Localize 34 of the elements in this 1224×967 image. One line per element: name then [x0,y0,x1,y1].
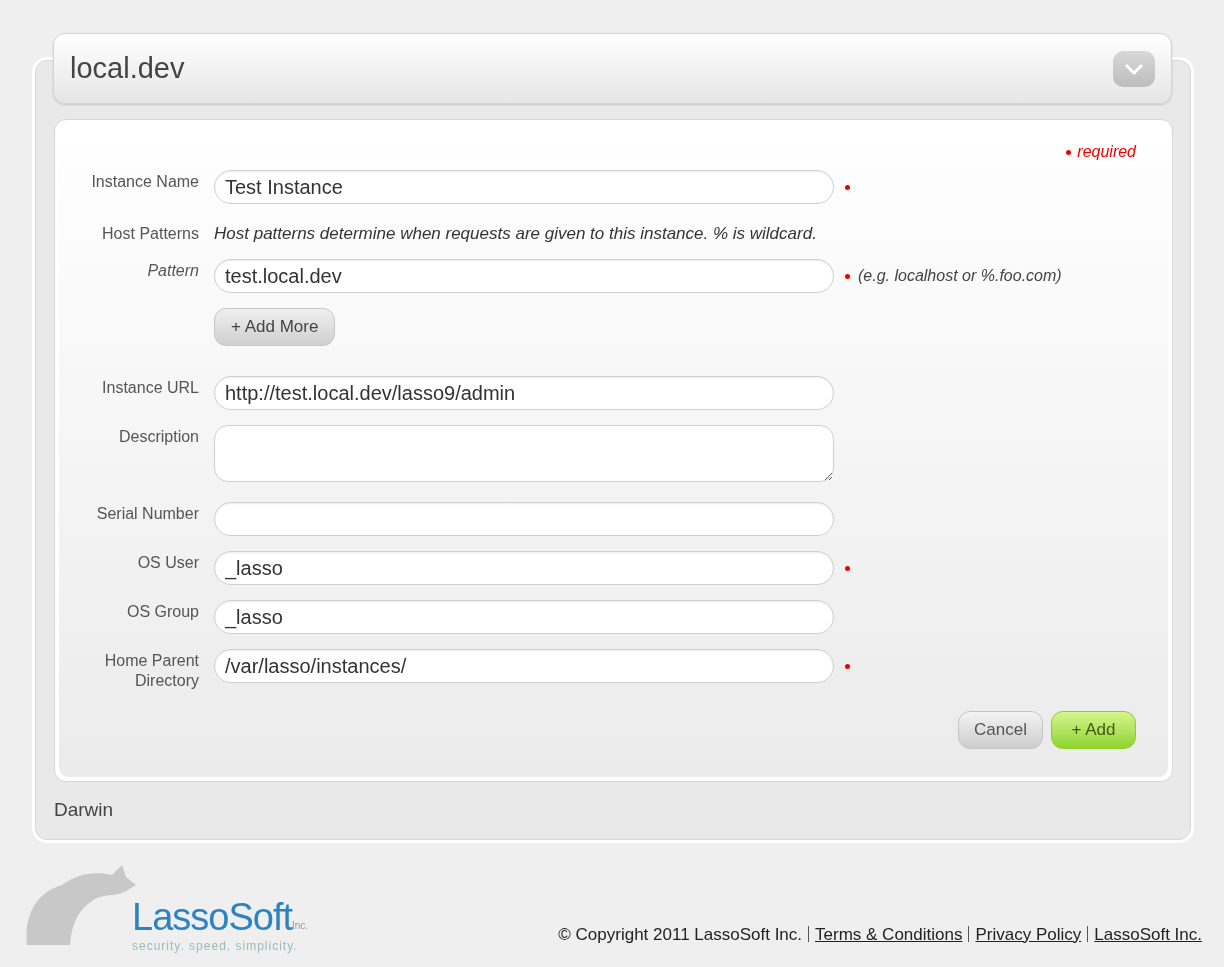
field-label: OS User [136,553,200,573]
logo-tagline: security. speed. simplicity. [132,938,299,955]
chevron-down-icon [1124,61,1144,76]
field-label: Home Parent Directory [103,651,200,691]
text-input[interactable]: Test Instance [214,170,834,204]
field-label: Description [117,427,200,447]
text-input[interactable]: /var/lasso/instances/ [214,649,834,683]
copyright-text: © Copyright 2011 LassoSoft Inc. [558,923,803,946]
text-input[interactable]: _lasso [214,600,834,634]
field-label: Instance Name [90,172,200,192]
footer-link[interactable]: LassoSoft Inc. [1094,921,1202,947]
collapse-button[interactable] [1113,50,1155,87]
field-label: Instance URL [101,378,200,398]
field-label: OS Group [125,602,200,622]
logo-wordmark: LassoSoft [132,897,292,937]
text-input[interactable]: http://test.local.dev/lasso9/admin [214,376,834,410]
footer-link[interactable]: Terms & Conditions [815,921,963,947]
cancel-button[interactable]: Cancel [958,711,1043,749]
field-label: Host Patterns [101,224,200,244]
add-button[interactable]: + Add [1051,711,1136,749]
footer-link[interactable]: Privacy Policy [975,921,1082,947]
text-input[interactable]: test.local.dev [214,259,834,293]
instance-title: local.dev [70,50,185,86]
text-input[interactable] [214,502,834,536]
field-label: Serial Number [95,504,200,524]
logo-suffix: Inc. [292,920,309,933]
required-legend: required [1077,140,1136,164]
text-input[interactable]: _lasso [214,551,834,585]
help-text: Host patterns determine when requests are given to this instance. % is wildcard. [214,223,817,245]
add-more-button[interactable]: + Add More [214,308,336,346]
field-label: Pattern [146,261,200,281]
platform-label: Darwin [54,798,115,822]
description-textarea[interactable] [214,425,834,482]
hint-text: (e.g. localhost or %.foo.com) [858,266,1062,286]
